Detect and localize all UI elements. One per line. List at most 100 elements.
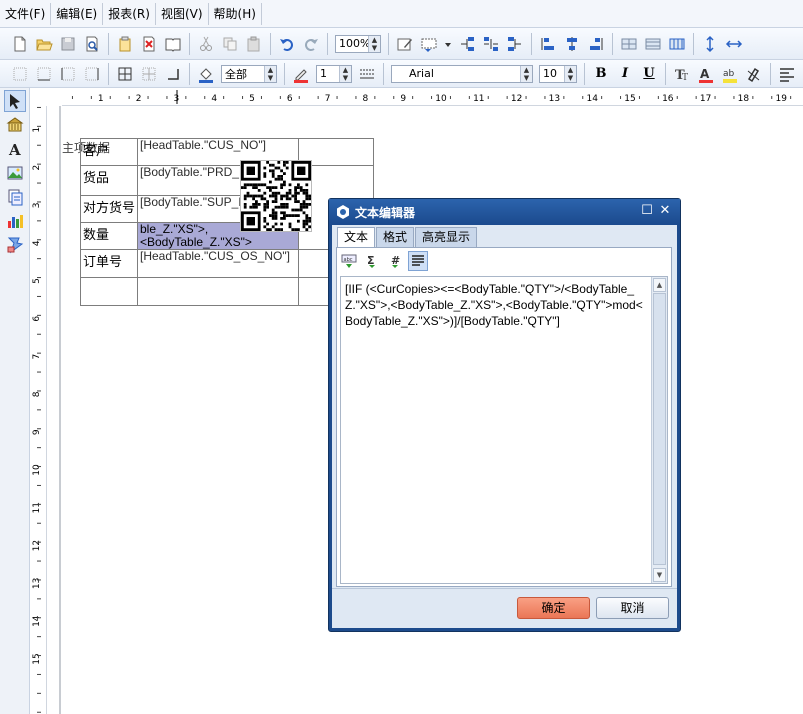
save-icon[interactable] bbox=[57, 33, 79, 55]
chart-icon[interactable] bbox=[4, 210, 26, 232]
app-icon bbox=[337, 205, 349, 219]
dropdown-icon[interactable] bbox=[442, 33, 454, 55]
editor-scrollbar[interactable]: ▲ ▼ bbox=[651, 277, 667, 583]
font-color-icon[interactable]: A bbox=[695, 63, 717, 85]
barcode-icon[interactable] bbox=[4, 234, 26, 256]
clear-format-icon[interactable] bbox=[743, 63, 765, 85]
insert-field-icon[interactable]: abc bbox=[339, 251, 359, 271]
edit-icon[interactable] bbox=[394, 33, 416, 55]
align-right-tree-icon[interactable] bbox=[504, 33, 526, 55]
italic-button[interactable]: I bbox=[614, 64, 636, 84]
vspace-icon[interactable] bbox=[699, 33, 721, 55]
cut-icon[interactable] bbox=[195, 33, 217, 55]
ok-button[interactable]: 确定 bbox=[517, 597, 590, 619]
border-corner-icon[interactable] bbox=[162, 63, 184, 85]
menu-view[interactable]: 视图(V) bbox=[156, 2, 209, 25]
cell-field-empty[interactable] bbox=[137, 277, 299, 306]
pointer-icon[interactable] bbox=[4, 90, 26, 112]
maximize-icon[interactable]: ☐ bbox=[640, 204, 654, 218]
hspace-icon[interactable] bbox=[723, 33, 745, 55]
tab-highlight[interactable]: 高亮显示 bbox=[415, 227, 478, 247]
close-icon[interactable]: ✕ bbox=[658, 204, 672, 218]
new-icon[interactable] bbox=[9, 33, 31, 55]
ruler-label: 12 bbox=[511, 94, 522, 104]
cell-label-order-no[interactable]: 订单号 bbox=[80, 249, 138, 278]
open-icon[interactable] bbox=[33, 33, 55, 55]
fill-color-icon[interactable] bbox=[195, 63, 217, 85]
border-all-icon[interactable] bbox=[114, 63, 136, 85]
zoom-select[interactable]: 100% ▲ ▼ bbox=[335, 34, 381, 53]
expression-editor[interactable]: [IIF (<CurCopies><=<BodyTable."QTY">/<Bo… bbox=[340, 276, 668, 584]
cell-label-product[interactable]: 货品 bbox=[80, 165, 138, 196]
distribute-right-icon[interactable] bbox=[585, 33, 607, 55]
tab-format[interactable]: 格式 bbox=[376, 227, 415, 247]
cell-field-order-no[interactable]: [HeadTable."CUS_OS_NO"] bbox=[137, 249, 299, 278]
tab-text[interactable]: 文本 bbox=[337, 227, 376, 248]
cell-label-customer[interactable]: 客户 bbox=[80, 138, 138, 166]
menu-help[interactable]: 帮助(H) bbox=[209, 2, 262, 25]
qr-code-image[interactable] bbox=[240, 160, 312, 232]
ruler-label: 10 bbox=[435, 94, 447, 104]
border-left-icon[interactable] bbox=[57, 63, 79, 85]
redo-icon[interactable] bbox=[300, 33, 322, 55]
menu-report[interactable]: 报表(R) bbox=[103, 2, 156, 25]
menu-edit[interactable]: 编辑(E) bbox=[51, 2, 104, 25]
image-icon[interactable] bbox=[4, 162, 26, 184]
insert-sum-icon[interactable]: Σ bbox=[362, 251, 382, 271]
font-size-select[interactable]: 10 ▲ ▼ bbox=[539, 64, 577, 83]
line-color-icon[interactable] bbox=[290, 63, 312, 85]
spin-icon: ▲ ▼ bbox=[564, 65, 576, 82]
delete-icon[interactable] bbox=[138, 33, 160, 55]
border-scope-select[interactable]: 全部 ▲ ▼ bbox=[221, 64, 277, 83]
ruler-label: 14 bbox=[586, 94, 598, 104]
font-type-icon[interactable]: TT bbox=[671, 63, 693, 85]
insert-variable-icon[interactable]: # bbox=[385, 251, 405, 271]
scroll-thumb[interactable] bbox=[653, 293, 666, 565]
zoom-value: 100% bbox=[339, 37, 371, 50]
border-none-icon[interactable] bbox=[9, 63, 31, 85]
ruler-label: 2 bbox=[136, 94, 142, 104]
distribute-center-icon[interactable] bbox=[561, 33, 583, 55]
cell-label-empty[interactable] bbox=[80, 277, 138, 306]
underline-button[interactable]: U bbox=[638, 64, 660, 84]
border-inner-icon[interactable] bbox=[138, 63, 160, 85]
qr-code-icon bbox=[241, 161, 311, 231]
ruler-label: 17 bbox=[700, 94, 711, 104]
svg-text:A: A bbox=[700, 67, 710, 81]
highlight-icon[interactable]: ab bbox=[719, 63, 741, 85]
grid2-icon[interactable] bbox=[642, 33, 664, 55]
font-name-select[interactable]: Arial ▲ ▼ bbox=[391, 64, 533, 83]
text-icon[interactable]: A bbox=[4, 138, 26, 160]
cell-label-quantity[interactable]: 数量 bbox=[80, 222, 138, 250]
cancel-button[interactable]: 取消 bbox=[596, 597, 669, 619]
expression-text[interactable]: [IIF (<CurCopies><=<BodyTable."QTY">/<Bo… bbox=[345, 281, 650, 329]
scroll-down-icon[interactable]: ▼ bbox=[653, 568, 666, 582]
align-left-tree-icon[interactable] bbox=[456, 33, 478, 55]
grid-icon[interactable] bbox=[618, 33, 640, 55]
paste-icon[interactable] bbox=[243, 33, 265, 55]
align-center-tree-icon[interactable] bbox=[480, 33, 502, 55]
field-icon[interactable] bbox=[418, 33, 440, 55]
dialog-titlebar[interactable]: 文本编辑器 ☐ ✕ bbox=[329, 199, 680, 225]
database-icon[interactable] bbox=[4, 114, 26, 136]
book-icon[interactable] bbox=[162, 33, 184, 55]
scroll-up-icon[interactable]: ▲ bbox=[653, 278, 666, 292]
grid3-icon[interactable] bbox=[666, 33, 688, 55]
word-wrap-icon[interactable] bbox=[408, 251, 428, 271]
menu-file[interactable]: 文件(F) bbox=[0, 2, 52, 25]
ruler-label: 15 bbox=[624, 94, 635, 104]
distribute-left-icon[interactable] bbox=[537, 33, 559, 55]
subreport-icon[interactable] bbox=[4, 186, 26, 208]
border-right-icon[interactable] bbox=[81, 63, 103, 85]
undo-icon[interactable] bbox=[276, 33, 298, 55]
align-left-icon[interactable] bbox=[776, 63, 798, 85]
print-preview-icon[interactable] bbox=[81, 33, 103, 55]
copy-icon[interactable] bbox=[219, 33, 241, 55]
cell-label-supplier-no[interactable]: 对方货号 bbox=[80, 195, 138, 223]
bold-button[interactable]: B bbox=[590, 64, 612, 84]
vertical-ruler: 1 2 3 4 5 6 7 8 9 10 11 12 13 14 15 bbox=[31, 106, 47, 714]
border-bottom-icon[interactable] bbox=[33, 63, 55, 85]
line-width-select[interactable]: 1 ▲ ▼ bbox=[316, 64, 352, 83]
line-style-icon[interactable] bbox=[356, 63, 378, 85]
paste-special-icon[interactable] bbox=[114, 33, 136, 55]
